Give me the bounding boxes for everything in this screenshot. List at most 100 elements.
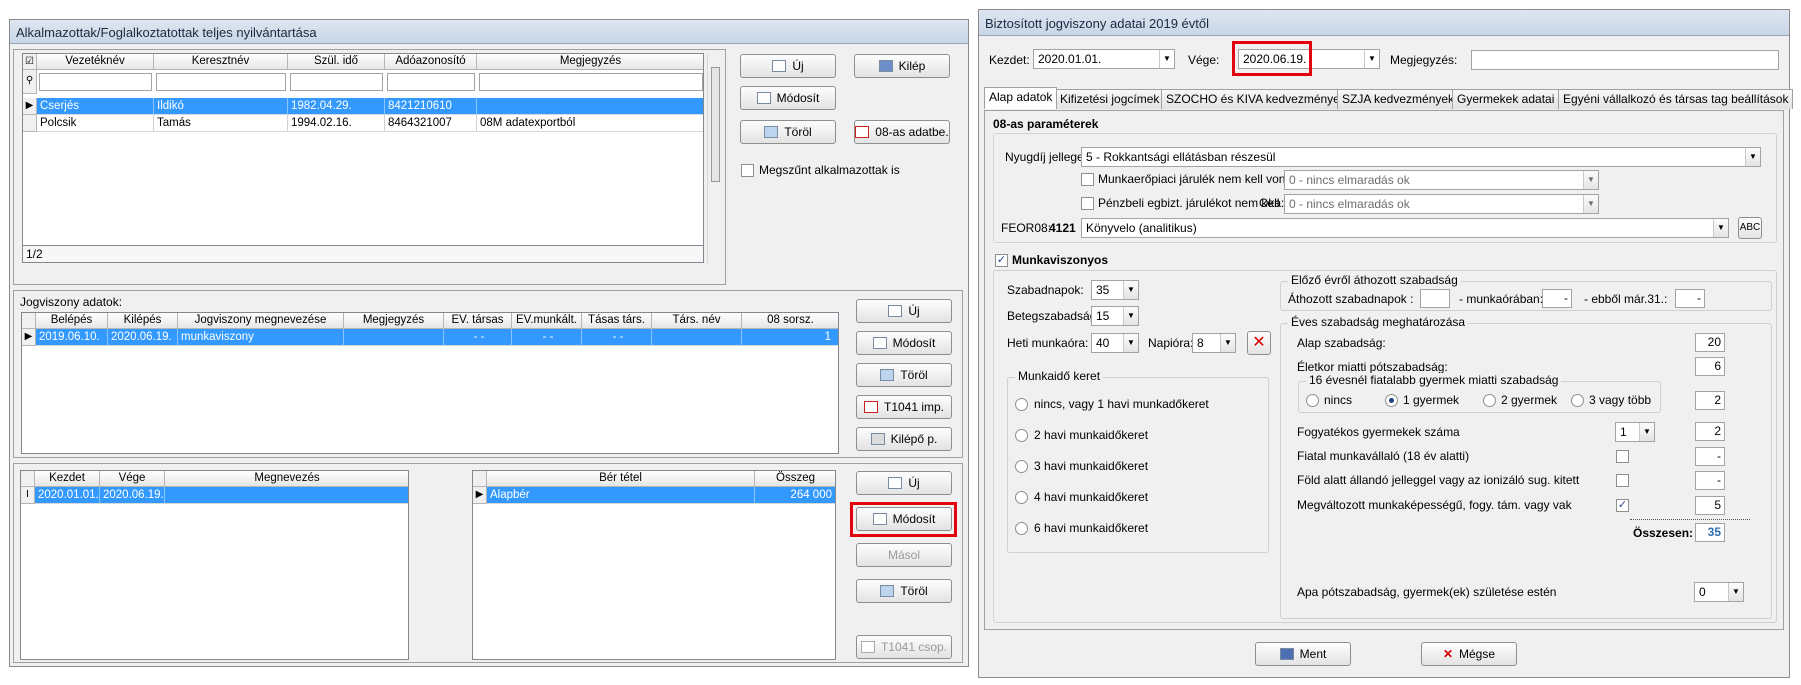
dropdown-arrow-icon[interactable]: ▼ [1123,281,1138,299]
cell-partner-member[interactable]: - - [582,329,652,346]
dropdown-arrow-icon[interactable]: ▼ [1159,50,1174,68]
dropdown-arrow-icon[interactable]: ▼ [1583,171,1598,189]
col-08-seq[interactable]: 08 sorsz. [742,313,838,329]
cell-taxid[interactable]: 8464321007 [385,115,477,132]
filter-firstname-input[interactable] [156,73,286,91]
col-name[interactable]: Jogviszony megnevezése [178,313,344,329]
tab-payments[interactable]: Kifizetési jogcímek [1055,89,1165,109]
col-ev-partner[interactable]: EV. társas [444,313,512,329]
col-birthdate[interactable]: Szül. idő [288,54,385,70]
dropdown-arrow-icon[interactable]: ▼ [1220,334,1235,352]
cell-lastname[interactable]: Polcsik [37,115,154,132]
frame-radio-4[interactable] [1015,491,1028,504]
cell-firstname[interactable]: Tamás [154,115,288,132]
abc-button[interactable]: ABC [1738,217,1762,239]
copy-period-button[interactable]: Másol [856,543,952,567]
col-wage-item[interactable]: Bér tétel [487,471,755,487]
father-leave-select[interactable]: 0 ▼ [1694,582,1744,602]
leave-days-select[interactable]: 35 ▼ [1091,280,1139,300]
cell-start[interactable]: 2020.01.01. [35,487,100,504]
exit-paper-button[interactable]: Kilépő p. [856,427,952,451]
cell-taxid[interactable]: 8421210610 [385,98,477,115]
col-note[interactable]: Megjegyzés [344,313,444,329]
young-worker-input[interactable]: - [1695,447,1725,466]
cell-note[interactable]: 08M adatexportból [477,115,703,132]
periods-grid[interactable]: Kezdet Vége Megnevezés I 2020.01.01. 202… [20,470,409,660]
dropdown-arrow-icon[interactable]: ▼ [1713,219,1728,237]
data-08-button[interactable]: 08-as adatbe. [854,120,950,144]
cell-ev-partner[interactable]: - - [444,329,512,346]
modify-employee-button[interactable]: Módosít [740,86,836,110]
cell-end[interactable]: 2020.06.19. [108,329,178,346]
dropdown-arrow-icon[interactable]: ▼ [1123,307,1138,325]
filter-note-input[interactable] [479,73,703,91]
cell-lastname[interactable]: Cserjés [37,98,154,115]
cell-ev-employer[interactable]: - - [512,329,582,346]
daily-hours-select[interactable]: 8 ▼ [1192,333,1236,353]
delete-period-button[interactable]: Töröl [856,579,952,603]
ended-employees-checkbox[interactable] [741,164,754,177]
save-button[interactable]: Ment [1255,642,1351,666]
child-radio-2[interactable] [1483,394,1496,407]
frame-radio-2[interactable] [1015,429,1028,442]
labor-reason-select[interactable]: 0 - nincs elmaradás ok ▼ [1284,170,1599,190]
col-start[interactable]: Kezdet [35,471,100,487]
cell-partner-name[interactable] [652,329,742,346]
dropdown-arrow-icon[interactable]: ▼ [1639,423,1654,441]
new-period-button[interactable]: Új [856,471,952,495]
cell-name[interactable] [165,487,408,504]
sick-leave-select[interactable]: 15 ▼ [1091,306,1139,326]
carry-days-input[interactable] [1420,289,1450,308]
cell-birthdate[interactable]: 1982.04.29. [288,98,385,115]
child-radio-1[interactable] [1385,394,1398,407]
cell-start[interactable]: 2019.06.10. [36,329,108,346]
wage-grid[interactable]: Bér tétel Összeg ▶ Alapbér 264 000 [472,470,836,660]
clear-button[interactable]: ✕ [1247,331,1271,355]
t1041-group-button[interactable]: T1041 csop. [856,635,952,659]
start-date-input[interactable]: 2020.01.01. ▼ [1033,49,1175,69]
child-radio-3[interactable] [1571,394,1584,407]
note-input[interactable] [1471,50,1779,70]
col-note[interactable]: Megjegyzés [477,54,703,70]
labor-contribution-checkbox[interactable] [1081,173,1094,186]
frame-radio-6[interactable] [1015,522,1028,535]
cell-wage-item[interactable]: Alapbér [487,487,755,504]
dropdown-arrow-icon[interactable]: ▼ [1728,583,1743,601]
weekly-hours-select[interactable]: 40 ▼ [1091,333,1139,353]
tab-children[interactable]: Gyermekek adatai [1452,89,1560,109]
frame-radio-3[interactable] [1015,460,1028,473]
changed-capacity-checkbox[interactable]: ✓ [1616,499,1629,512]
col-firstname[interactable]: Keresztnév [154,54,288,70]
cell-note[interactable] [477,98,703,115]
filter-birthdate-input[interactable] [290,73,383,91]
changed-capacity-input[interactable]: 5 [1695,496,1725,515]
dropdown-arrow-icon[interactable]: ▼ [1364,50,1379,68]
col-partner-name[interactable]: Társ. név [652,313,742,329]
disabled-leave-input[interactable]: 2 [1695,422,1725,441]
pension-select[interactable]: 5 - Rokkantsági ellátásban részesül ▼ [1081,147,1761,167]
tab-entrepreneur[interactable]: Egyéni vállalkozó és társas tag beállítá… [1558,89,1794,109]
young-worker-checkbox[interactable] [1616,450,1629,463]
base-leave-input[interactable]: 20 [1695,333,1725,352]
delete-employee-button[interactable]: Töröl [740,120,836,144]
dropdown-arrow-icon[interactable]: ▼ [1745,148,1760,166]
cell-name[interactable]: munkaviszony [178,329,344,346]
cell-08-seq[interactable]: 1 [742,329,838,346]
employment-checkbox[interactable]: ✓ [995,254,1008,267]
tab-basic[interactable]: Alap adatok [984,87,1058,109]
employees-grid[interactable]: ☑ Vezetéknév Keresztnév Szül. idő Adóazo… [22,53,704,263]
child-radio-none[interactable] [1306,394,1319,407]
dropdown-arrow-icon[interactable]: ▼ [1583,195,1598,213]
new-relationship-button[interactable]: Új [856,299,952,323]
tab-szja[interactable]: SZJA kedvezmények [1337,89,1460,109]
col-end[interactable]: Kilépés [108,313,178,329]
filter-lastname-input[interactable] [39,73,152,91]
cancel-button[interactable]: ✕ Mégse [1421,642,1517,666]
carry-march-input[interactable]: - [1675,289,1705,308]
cell-note[interactable] [344,329,444,346]
new-employee-button[interactable]: Új [740,54,836,78]
col-lastname[interactable]: Vezetéknév [37,54,154,70]
cell-firstname[interactable]: Ildikó [154,98,288,115]
col-end[interactable]: Vége [100,471,165,487]
cash-reason-select[interactable]: 0 - nincs elmaradás ok ▼ [1284,194,1599,214]
